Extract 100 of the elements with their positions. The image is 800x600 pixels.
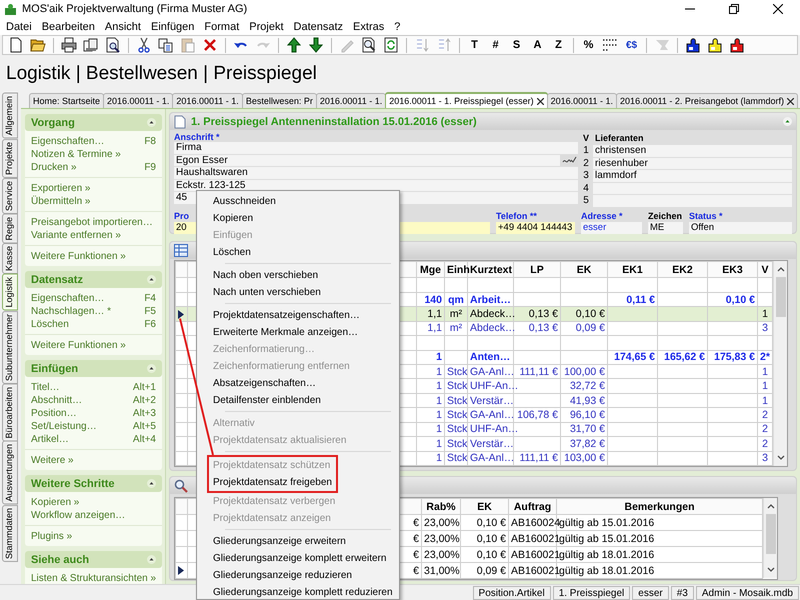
column-header[interactable]: EK [460,498,508,514]
column-header[interactable]: EK2 [658,262,708,278]
sidebar-link[interactable]: Listen & Strukturansichten » [31,573,156,584]
close-icon[interactable] [773,4,783,14]
sidebar-link[interactable]: Variante entfernen » [31,230,156,241]
input-field[interactable]: esser [581,222,642,234]
menu-item[interactable]: Projektdatensatzeigenschaften… [197,307,393,324]
sidebar-link[interactable]: Eigenschaften… [31,136,144,147]
refresh-icon[interactable] [383,37,399,53]
side-tab[interactable]: Büroarbeiten [2,384,18,442]
sidebar-link[interactable]: Set/Leistung… [31,421,133,432]
sidebar-link[interactable]: Titel… [31,382,133,393]
scrollbar-thumb[interactable] [766,514,776,554]
sidebar-link[interactable]: Weitere » [31,455,156,466]
column-header[interactable]: Einh [444,262,468,278]
sidebar-link[interactable]: Nachschlagen… * [31,306,144,317]
menu-item[interactable]: Datei [2,20,38,32]
menu-item[interactable]: Nach oben verschieben [197,267,393,284]
supplier-field[interactable]: riesenhuber [593,158,792,169]
scroll-down-icon[interactable] [776,455,784,461]
column-header[interactable]: Auftrag [508,498,556,514]
puzzle-icon[interactable] [707,37,723,53]
field-value[interactable]: Firma [176,142,202,154]
puzzle-icon[interactable] [685,37,701,53]
puzzle-icon[interactable] [729,37,745,53]
field-value[interactable]: Egon Esser [176,154,228,166]
column-header[interactable]: EK3 [708,262,758,278]
sidebar-link[interactable]: Plugins » [31,531,156,542]
supplier-field[interactable]: lammdorf [593,170,792,182]
sidebar-link[interactable]: Weitere Funktionen » [31,340,156,351]
sidebar-link[interactable]: Artikel… [31,434,133,445]
menu-item[interactable]: Datensatz [290,20,350,32]
menu-item[interactable]: Gliederungsanzeige reduzieren [197,567,393,584]
down-arrow-icon[interactable] [308,37,324,53]
column-header[interactable]: Mge [416,262,444,278]
menu-item[interactable]: Projekt [245,20,290,32]
collapse-icon[interactable] [147,555,156,564]
side-tab[interactable]: Auswertungen [2,441,18,505]
menu-item[interactable]: Projektdatensatz freigeben [209,474,332,491]
document-tab[interactable]: Home: Startseite [29,93,104,108]
scrollbar[interactable] [763,498,777,578]
input-field[interactable]: ME [648,222,683,234]
column-header[interactable]: Bemerkungen [556,498,762,514]
close-icon[interactable] [786,98,794,104]
format-button[interactable]: % [580,39,597,51]
menu-item[interactable]: Erweiterte Merkmale anzeigen… [197,324,393,341]
format-button[interactable]: S [508,39,525,51]
sidebar-link[interactable]: Weitere Funktionen » [31,251,156,262]
side-tab[interactable]: Subunternehmer [2,310,18,384]
menu-item[interactable]: Format [200,20,246,32]
menu-item[interactable]: Gliederungsanzeige komplett reduzieren [197,584,393,599]
side-tab[interactable]: Service [2,178,18,214]
field-value[interactable]: 45 [176,192,188,204]
column-header[interactable]: Rab% [422,498,460,514]
printer-icon[interactable] [61,37,77,53]
menu-item[interactable]: Ausschneiden [197,193,393,210]
format-button[interactable]: # [487,39,504,51]
menu-item[interactable]: Gliederungsanzeige komplett erweitern [197,550,393,567]
column-header[interactable]: EK [560,262,608,278]
document-tab[interactable]: 2016.00011 - 1. [103,93,174,108]
sidebar-link[interactable]: Eigenschaften… [31,293,144,304]
input-field[interactable]: Offen [689,222,792,234]
scissors-icon[interactable] [136,37,152,53]
side-tab[interactable]: Stammdaten [2,504,18,562]
scroll-down-icon[interactable] [766,567,774,573]
document-tab[interactable]: 2016.00011 - 1. [316,93,386,108]
scrollbar[interactable] [773,261,787,466]
menu-item[interactable]: Extras [349,20,390,32]
menu-item[interactable]: ? [390,20,406,32]
document-tab[interactable]: 2016.00011 - 1. Preisspiegel (esser) [385,92,548,108]
close-icon[interactable] [536,98,544,104]
sidebar-link[interactable]: Workflow anzeigen… [31,510,156,521]
document-tab[interactable]: 2016.00011 - 2. Preisangebot (lammdorf) [616,93,798,108]
restore-icon[interactable] [729,4,739,14]
document-tab[interactable]: 2016.00011 - 1. [546,93,618,108]
format-button[interactable]: T [466,39,483,51]
sidebar-link[interactable]: Übermitteln » [31,196,156,207]
side-tab[interactable]: Allgemein [2,93,18,139]
scroll-up-icon[interactable] [776,266,784,272]
menu-item[interactable]: Ansicht [100,20,147,32]
menu-item[interactable]: Gliederungsanzeige erweitern [197,533,393,550]
sidebar-link[interactable]: Abschnitt… [31,395,133,406]
menu-item[interactable]: Kopieren [197,210,393,227]
menu-item[interactable]: Einfügen [146,20,200,32]
search-icon[interactable] [361,37,377,53]
sidebar-link[interactable]: Kopieren » [31,497,156,508]
side-tab[interactable]: Projekte [2,138,18,178]
pages-icon[interactable] [83,37,99,53]
sidebar-link[interactable]: Position… [31,408,133,419]
menu-item[interactable]: Bearbeiten [38,20,101,32]
scroll-up-icon[interactable] [766,503,774,509]
field-value[interactable]: Haushaltswaren [176,167,248,178]
sidebar-link[interactable]: Drucken » [31,162,144,173]
format-button[interactable]: Z [550,39,567,51]
column-header[interactable]: LP [514,262,560,278]
cross-icon[interactable] [202,37,218,53]
copy-icon[interactable] [158,37,174,53]
document-tab[interactable]: 2016.00011 - 1. [172,93,243,108]
numbering-icon[interactable] [602,37,618,53]
format-button[interactable]: €$ [623,40,640,50]
